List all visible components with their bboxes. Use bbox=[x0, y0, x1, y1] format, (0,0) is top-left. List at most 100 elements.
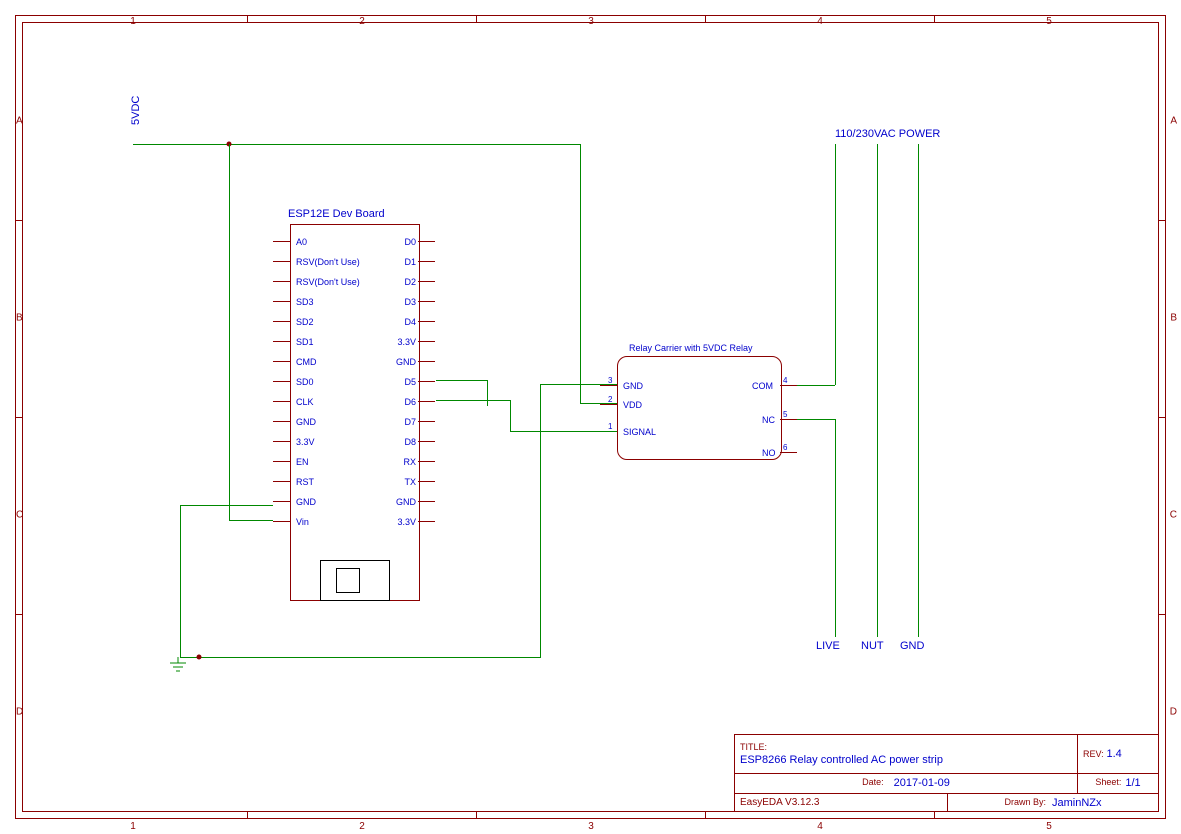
tick bbox=[476, 812, 477, 819]
sheet-value: 1/1 bbox=[1125, 777, 1140, 790]
esp-left-pinline-5 bbox=[273, 341, 290, 342]
sheet-label: Sheet: bbox=[1095, 777, 1121, 788]
esp-right-pin-9: D7 bbox=[404, 417, 416, 427]
junction-gnd bbox=[197, 655, 202, 660]
pin-line bbox=[780, 452, 797, 453]
relay-title: Relay Carrier with 5VDC Relay bbox=[629, 343, 753, 353]
esp-right-pin-4: D4 bbox=[404, 317, 416, 327]
esp-left-pin-6: CMD bbox=[296, 357, 317, 367]
esp-right-pinline-0 bbox=[418, 241, 435, 242]
net-nut: NUT bbox=[861, 640, 884, 652]
grid-row-d-r: D bbox=[1170, 707, 1177, 718]
esp-right-pin-7: D5 bbox=[404, 377, 416, 387]
pin-line bbox=[600, 404, 617, 405]
relay-pin-gnd: GND bbox=[623, 381, 643, 391]
esp-right-pin-11: RX bbox=[403, 457, 416, 467]
esp-right-pinline-9 bbox=[418, 421, 435, 422]
esp-right-pin-0: D0 bbox=[404, 237, 416, 247]
esp-right-pinline-4 bbox=[418, 321, 435, 322]
esp-left-pinline-9 bbox=[273, 421, 290, 422]
esp-usb-inner bbox=[336, 568, 360, 593]
esp-left-pinline-3 bbox=[273, 301, 290, 302]
rev-value: 1.4 bbox=[1106, 748, 1121, 760]
esp-left-pin-8: CLK bbox=[296, 397, 314, 407]
grid-row-a-r: A bbox=[1170, 116, 1177, 127]
wire-d5-down bbox=[487, 380, 488, 406]
esp-right-pinline-3 bbox=[418, 301, 435, 302]
esp-right-pin-13: GND bbox=[396, 497, 416, 507]
wire-d5-stub bbox=[436, 380, 487, 381]
esp-right-pin-14: 3.3V bbox=[397, 517, 416, 527]
tick bbox=[1159, 220, 1166, 221]
wire-gnd-up bbox=[540, 384, 541, 658]
wire-gnd-ac bbox=[918, 144, 919, 637]
esp-right-pinline-13 bbox=[418, 501, 435, 502]
esp-left-pin-10: 3.3V bbox=[296, 437, 315, 447]
grid-row-c-r: C bbox=[1170, 510, 1177, 521]
esp-right-pinline-10 bbox=[418, 441, 435, 442]
esp-left-pinline-13 bbox=[273, 501, 290, 502]
esp-left-pin-12: RST bbox=[296, 477, 314, 487]
wire-d6-horz bbox=[436, 400, 510, 401]
tick bbox=[1159, 417, 1166, 418]
title-block: TITLE: ESP8266 Relay controlled AC power… bbox=[734, 734, 1159, 812]
esp-left-pinline-4 bbox=[273, 321, 290, 322]
esp-right-pin-1: D1 bbox=[404, 257, 416, 267]
esp-left-pinline-1 bbox=[273, 261, 290, 262]
wire-d6-down bbox=[510, 400, 511, 432]
relay-pin-vdd: VDD bbox=[623, 400, 642, 410]
tick bbox=[15, 614, 22, 615]
tick bbox=[705, 15, 706, 22]
wire-gnd-horz bbox=[180, 657, 540, 658]
grid-row-a-l: A bbox=[16, 116, 23, 127]
relay-pin2-num: 2 bbox=[608, 395, 612, 404]
relay-pin5-num: 5 bbox=[783, 410, 787, 419]
relay-pin-nc: NC bbox=[762, 415, 775, 425]
esp-right-pinline-6 bbox=[418, 361, 435, 362]
esp-right-pin-3: D3 bbox=[404, 297, 416, 307]
wire-nc bbox=[797, 419, 835, 420]
tick bbox=[934, 812, 935, 819]
wire-nut bbox=[877, 144, 878, 637]
esp-left-pin-2: RSV(Don't Use) bbox=[296, 277, 360, 287]
grid-row-c-l: C bbox=[16, 510, 23, 521]
esp-title: ESP12E Dev Board bbox=[288, 208, 385, 220]
drawn-label: Drawn By: bbox=[1004, 797, 1046, 808]
grid-col-4-top: 4 bbox=[817, 16, 823, 27]
esp-left-pin-1: RSV(Don't Use) bbox=[296, 257, 360, 267]
esp-right-pinline-5 bbox=[418, 341, 435, 342]
pin-line bbox=[780, 385, 797, 386]
inner-frame bbox=[22, 22, 1159, 812]
wire-gnd-vert bbox=[180, 505, 181, 657]
tick bbox=[247, 812, 248, 819]
wire-live-down bbox=[835, 419, 836, 637]
relay-pin-no: NO bbox=[762, 448, 776, 458]
grid-col-5-bot: 5 bbox=[1046, 821, 1052, 832]
net-5vdc: 5VDC bbox=[130, 96, 142, 125]
title-label: TITLE: bbox=[740, 742, 1072, 752]
rev-label: REV: bbox=[1083, 749, 1104, 759]
tick bbox=[934, 15, 935, 22]
esp-left-pin-14: Vin bbox=[296, 517, 309, 527]
grid-col-1-top: 1 bbox=[130, 16, 136, 27]
esp-right-pinline-7 bbox=[418, 381, 435, 382]
relay-pin3-num: 3 bbox=[608, 376, 612, 385]
esp-right-pin-8: D6 bbox=[404, 397, 416, 407]
esp-left-pin-5: SD1 bbox=[296, 337, 314, 347]
wire-vin bbox=[229, 520, 273, 521]
relay-pin-signal: SIGNAL bbox=[623, 427, 656, 437]
date-label: Date: bbox=[862, 777, 884, 788]
drawn-value: JaminNZx bbox=[1052, 797, 1102, 810]
relay-pin4-num: 4 bbox=[783, 376, 787, 385]
date-value: 2017-01-09 bbox=[894, 777, 950, 790]
esp-left-pin-11: EN bbox=[296, 457, 309, 467]
grid-col-1-bot: 1 bbox=[130, 821, 136, 832]
net-ac-power: 110/230VAC POWER bbox=[835, 128, 940, 140]
tick bbox=[247, 15, 248, 22]
esp-left-pinline-10 bbox=[273, 441, 290, 442]
esp-right-pinline-1 bbox=[418, 261, 435, 262]
esp-left-pinline-0 bbox=[273, 241, 290, 242]
ground-symbol bbox=[168, 657, 188, 675]
esp-right-pin-2: D2 bbox=[404, 277, 416, 287]
tick bbox=[705, 812, 706, 819]
